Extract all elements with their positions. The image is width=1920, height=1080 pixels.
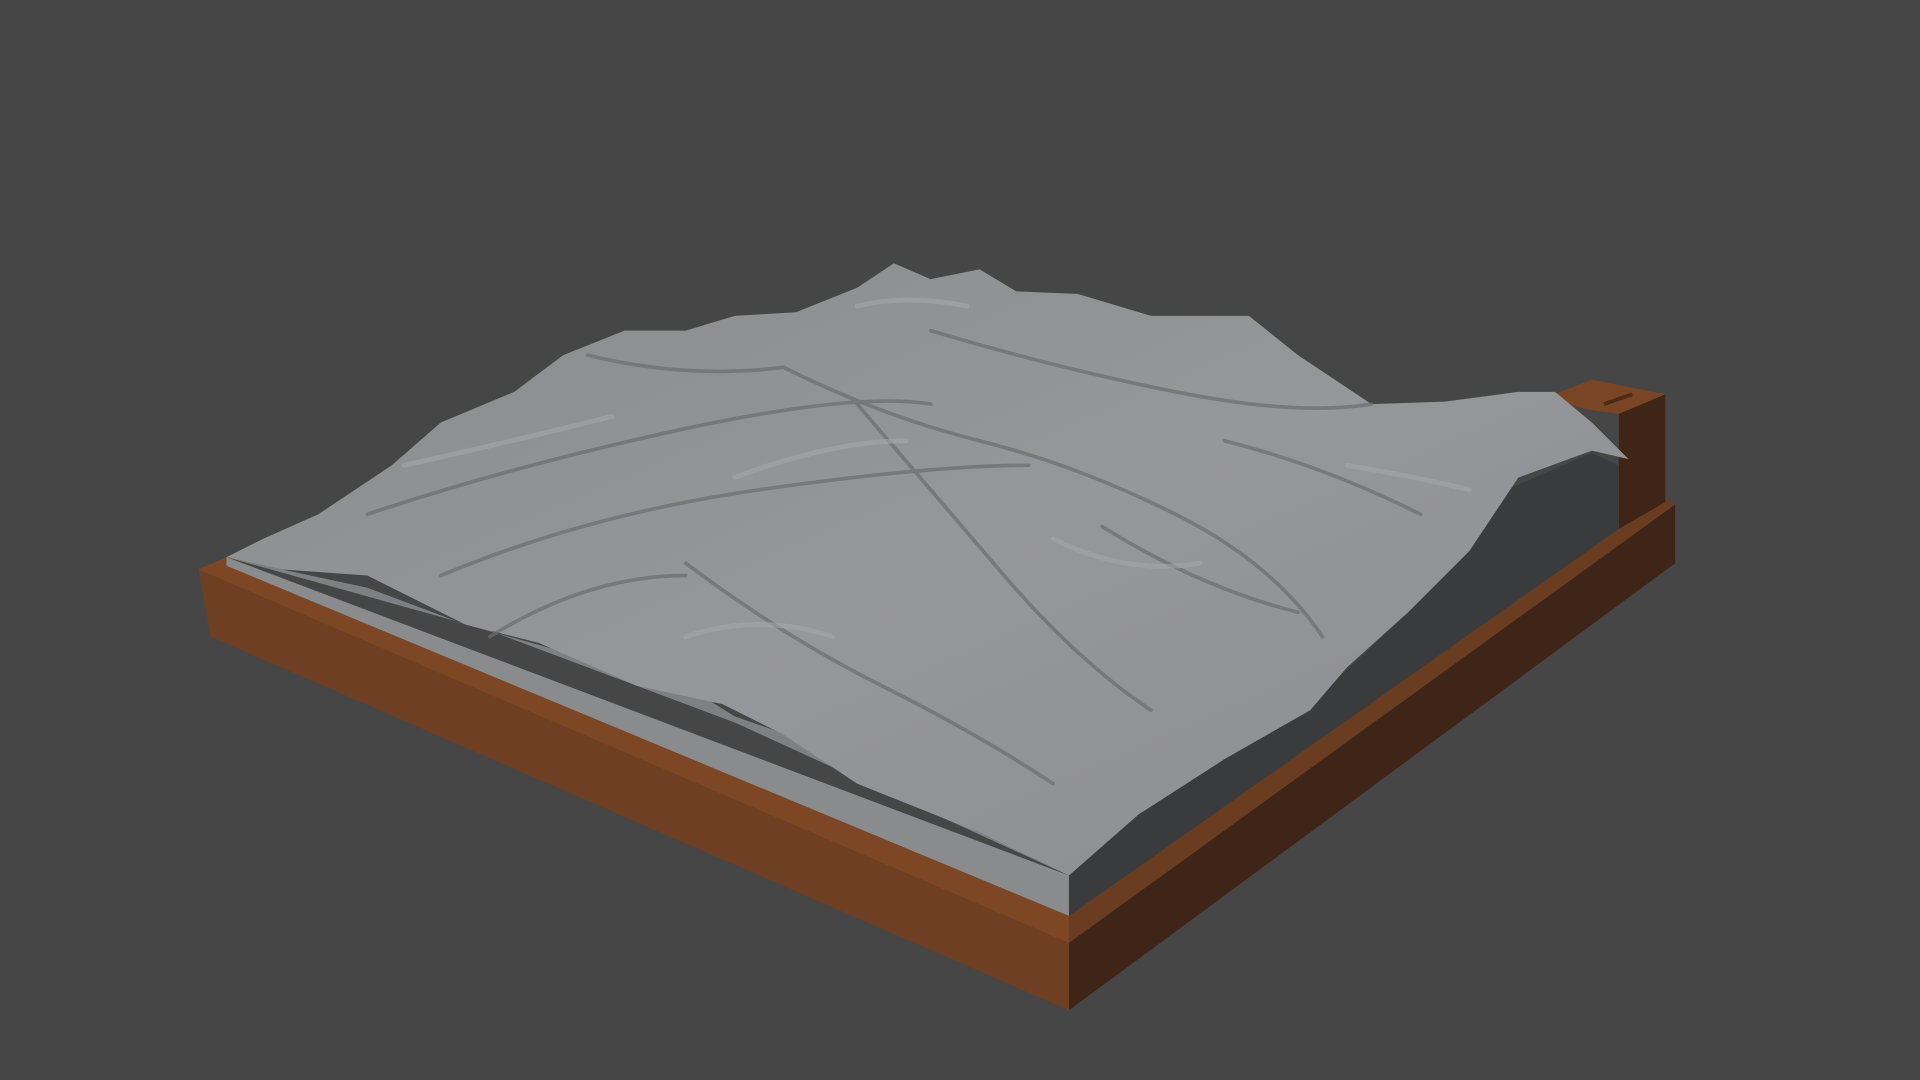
terrain-model-viewport[interactable] [0,0,1920,1080]
